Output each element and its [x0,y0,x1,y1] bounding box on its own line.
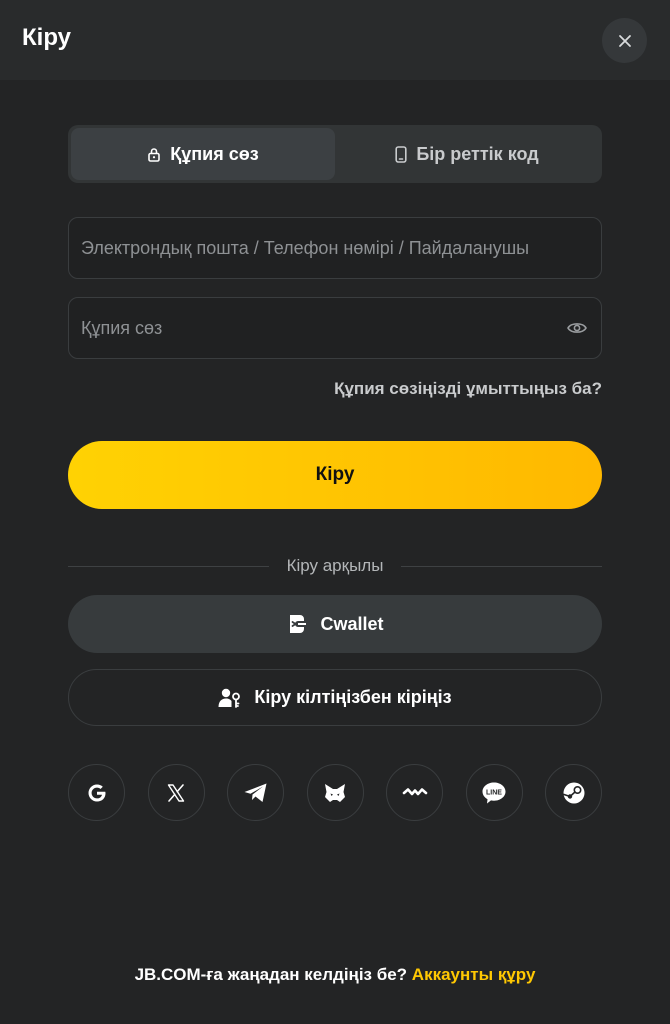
tab-password[interactable]: Құпия сөз [71,128,335,180]
close-button[interactable] [602,18,647,63]
google-icon [88,784,105,801]
svg-text:LINE: LINE [486,789,502,796]
walletconnect-login-button[interactable] [386,764,443,821]
password-field [68,297,602,359]
login-method-tabs: Құпия сөз Бір реттік код [68,125,602,183]
signup-link[interactable]: Аккаунты құру [412,965,536,984]
metamask-login-button[interactable] [306,764,364,821]
toggle-password-visibility[interactable] [565,316,589,340]
divider-label: Кіру арқылы [286,556,384,575]
page-title: Кіру [22,24,72,51]
telegram-icon [244,783,266,802]
signup-question: JB.COM-ға жаңадан келдіңіз бе? [134,965,408,984]
phone-icon [395,145,407,163]
cwallet-label: Cwallet [320,613,384,634]
cwallet-icon [290,615,307,633]
divider-line-left [68,565,269,567]
cwallet-button[interactable]: Cwallet [68,595,602,653]
passkey-icon [218,688,241,708]
passkey-label: Кіру кілтіңізбен кіріңіз [254,687,452,707]
forgot-password-link[interactable]: Құпия сөзіңізді ұмыттыңыз ба? [334,379,602,399]
walletconnect-icon [402,787,427,795]
identifier-input[interactable] [81,237,589,259]
x-icon [167,783,185,802]
line-login-button[interactable]: LINE [465,764,523,821]
tab-password-label: Құпия сөз [170,143,259,164]
eye-icon [567,323,587,333]
close-icon [618,34,631,47]
password-input[interactable] [81,317,565,339]
steam-icon [562,782,584,803]
passkey-button[interactable]: Кіру кілтіңізбен кіріңіз [68,669,602,726]
alt-login-divider: Кіру арқылы [68,554,602,578]
lock-icon [148,147,161,162]
divider-line-right [401,565,602,567]
identifier-field [68,217,602,279]
metamask-icon [325,783,345,802]
telegram-login-button[interactable] [227,764,284,821]
x-login-button[interactable] [147,764,205,821]
login-button[interactable]: Кіру [68,441,602,509]
modal-header: Кіру [0,0,670,80]
steam-login-button[interactable] [545,764,602,821]
google-login-button[interactable] [68,764,125,821]
tab-one-time-code-label: Бір реттік код [416,143,539,164]
social-login-row: LINE [68,764,602,822]
signup-prompt: JB.COM-ға жаңадан келдіңіз бе? Аккаунты … [0,965,670,985]
tab-one-time-code[interactable]: Бір реттік код [335,128,599,180]
line-icon: LINE [482,782,506,803]
